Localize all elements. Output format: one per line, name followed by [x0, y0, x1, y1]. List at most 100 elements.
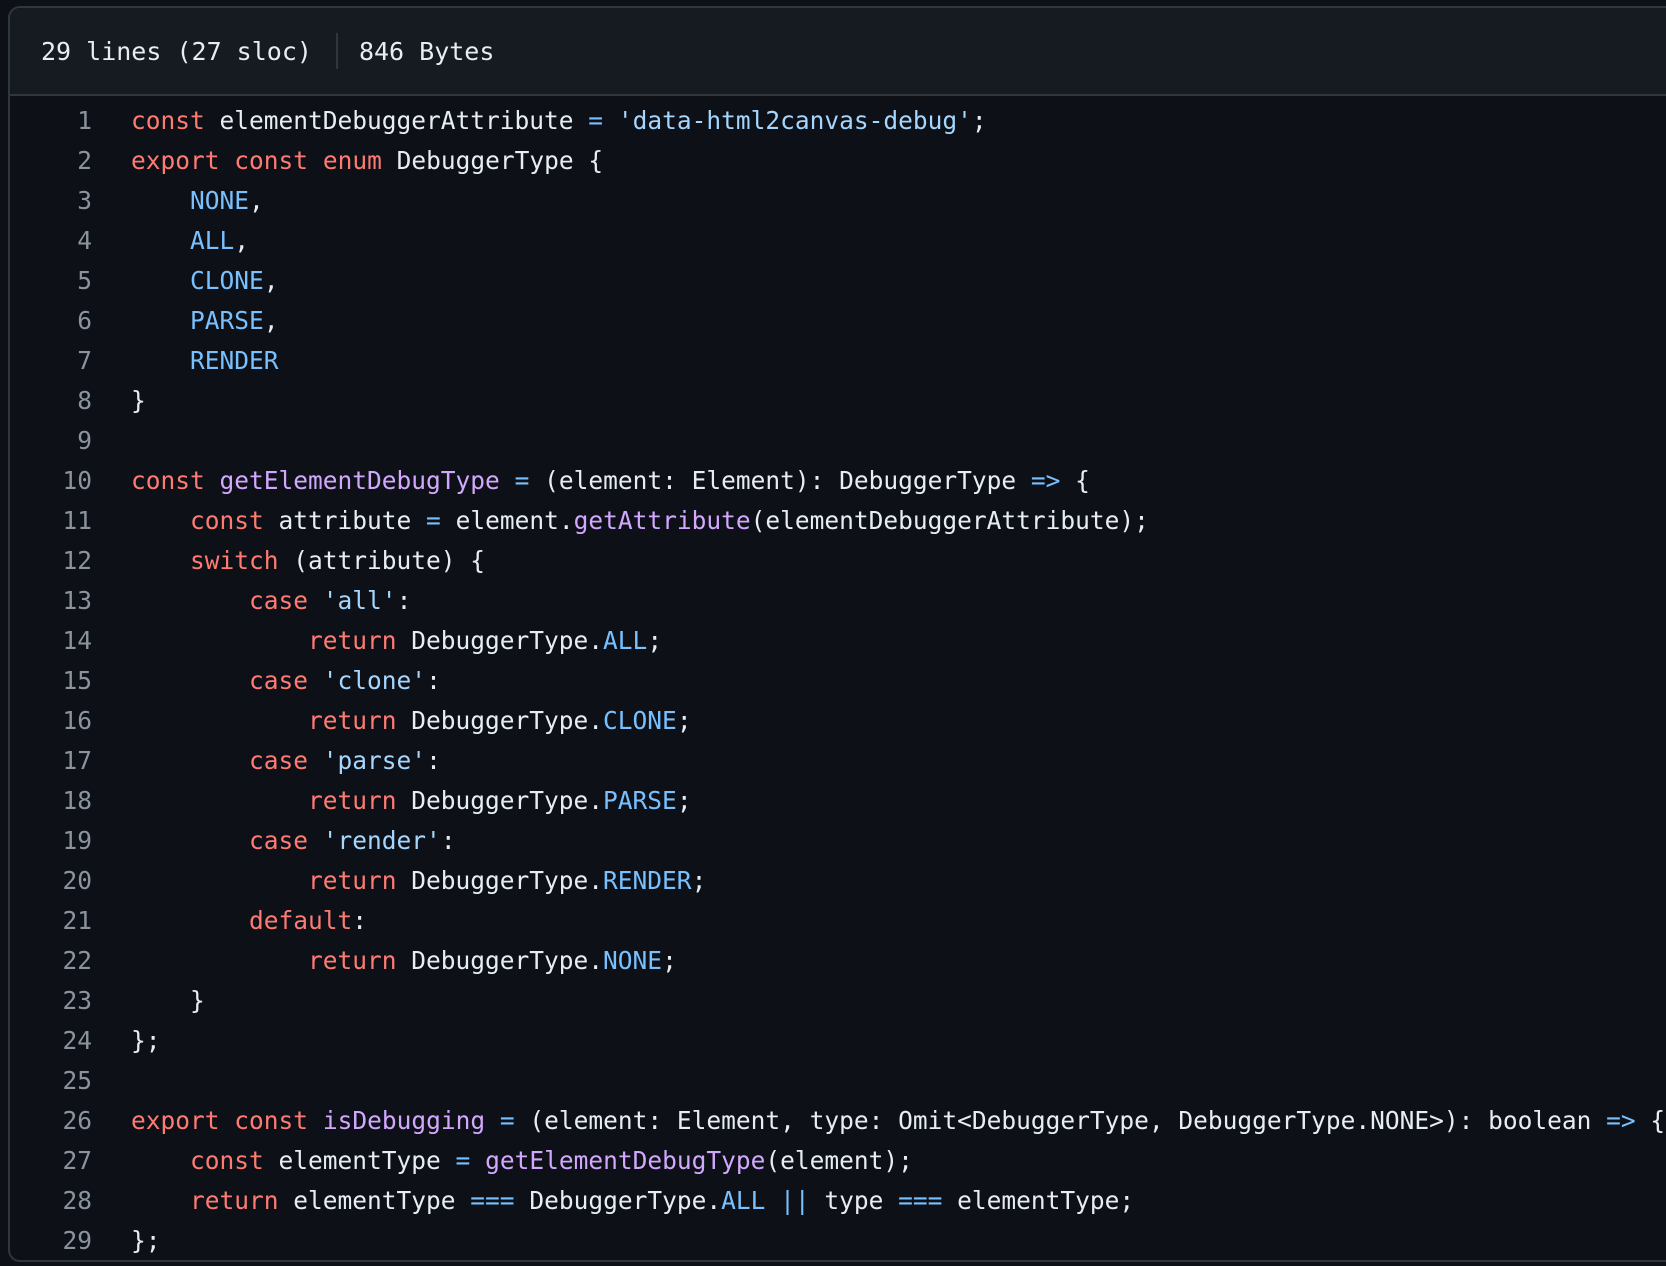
- code-viewer: 29 lines (27 sloc) 846 Bytes 1 const elem…: [8, 6, 1666, 1262]
- line-number[interactable]: 4: [10, 221, 92, 261]
- line-number[interactable]: 2: [10, 141, 92, 181]
- line-source: export const enum DebuggerType {: [92, 141, 1666, 181]
- line-number[interactable]: 29: [10, 1221, 92, 1260]
- line-source: return elementType === DebuggerType.ALL …: [92, 1181, 1666, 1221]
- code-token: :: [426, 746, 441, 775]
- code-token: ,: [249, 186, 264, 215]
- code-line: 23 }: [10, 981, 1666, 1021]
- line-number[interactable]: 5: [10, 261, 92, 301]
- code-token: ===: [898, 1186, 943, 1215]
- code-token: ,: [234, 226, 250, 255]
- code-token: ;: [971, 106, 987, 135]
- line-number[interactable]: 11: [10, 501, 92, 541]
- line-number[interactable]: 14: [10, 621, 92, 661]
- line-number[interactable]: 24: [10, 1021, 92, 1061]
- line-source: };: [92, 1221, 1666, 1260]
- code-token: DebuggerType.: [396, 706, 604, 735]
- line-number[interactable]: 6: [10, 301, 92, 341]
- code-line: 16 return DebuggerType.CLONE;: [10, 701, 1666, 741]
- line-number[interactable]: 20: [10, 861, 92, 901]
- code-token: elementType: [278, 1186, 471, 1215]
- code-token: {: [1060, 466, 1090, 495]
- code-token: default: [249, 906, 353, 935]
- line-source: PARSE,: [92, 301, 1666, 341]
- line-number[interactable]: 26: [10, 1101, 92, 1141]
- code-token: };: [131, 1026, 161, 1055]
- line-number[interactable]: 9: [10, 421, 92, 461]
- code-token: case: [249, 826, 309, 855]
- line-source: const elementDebuggerAttribute = 'data-h…: [92, 101, 1666, 141]
- code-token: isDebugging: [322, 1106, 486, 1135]
- line-number[interactable]: 7: [10, 341, 92, 381]
- line-source: const elementType = getElementDebugType(…: [92, 1141, 1666, 1181]
- code-token: const: [190, 1146, 264, 1175]
- code-token: const: [190, 506, 264, 535]
- code-line: 19 case 'render':: [10, 821, 1666, 861]
- code-token: DebuggerType.: [396, 786, 604, 815]
- code-line: 22 return DebuggerType.NONE;: [10, 941, 1666, 981]
- line-number[interactable]: 15: [10, 661, 92, 701]
- line-number[interactable]: 17: [10, 741, 92, 781]
- line-number[interactable]: 3: [10, 181, 92, 221]
- code-line: 26 export const isDebugging = (element: E…: [10, 1101, 1666, 1141]
- line-count: 29 lines (27 sloc): [41, 36, 312, 66]
- line-source: switch (attribute) {: [92, 541, 1666, 581]
- code-line: 7 RENDER: [10, 341, 1666, 381]
- line-number[interactable]: 19: [10, 821, 92, 861]
- code-line: 13 case 'all':: [10, 581, 1666, 621]
- code-line: 18 return DebuggerType.PARSE;: [10, 781, 1666, 821]
- line-number[interactable]: 22: [10, 941, 92, 981]
- code-token: NONE: [603, 946, 663, 975]
- line-number[interactable]: 8: [10, 381, 92, 421]
- line-source: const attribute = element.getAttribute(e…: [92, 501, 1666, 541]
- code-token: ;: [676, 786, 692, 815]
- code-token: DebuggerType.: [396, 946, 604, 975]
- code-token: :: [396, 586, 412, 615]
- line-number[interactable]: 28: [10, 1181, 92, 1221]
- code-token: (attribute) {: [278, 546, 486, 575]
- line-number[interactable]: 18: [10, 781, 92, 821]
- code-token: :: [352, 906, 368, 935]
- code-token: ;: [647, 626, 663, 655]
- line-number[interactable]: 13: [10, 581, 92, 621]
- code-line: 20 return DebuggerType.RENDER;: [10, 861, 1666, 901]
- code-token: getAttribute: [573, 506, 751, 535]
- line-number[interactable]: 27: [10, 1141, 92, 1181]
- line-number[interactable]: 12: [10, 541, 92, 581]
- line-number[interactable]: 25: [10, 1061, 92, 1101]
- code-token: {: [1635, 1106, 1666, 1135]
- code-line: 27 const elementType = getElementDebugTy…: [10, 1141, 1666, 1181]
- line-number[interactable]: 21: [10, 901, 92, 941]
- code-token: PARSE: [603, 786, 677, 815]
- code-token: export: [131, 1106, 220, 1135]
- code-line: 11 const attribute = element.getAttribut…: [10, 501, 1666, 541]
- code-token: };: [131, 1226, 161, 1255]
- code-token: return: [190, 1186, 279, 1215]
- line-number[interactable]: 10: [10, 461, 92, 501]
- code-token: ;: [662, 946, 677, 975]
- line-source: return DebuggerType.RENDER;: [92, 861, 1666, 901]
- line-number[interactable]: 23: [10, 981, 92, 1021]
- code-token: =: [588, 106, 604, 135]
- code-token: return: [308, 786, 397, 815]
- line-number[interactable]: 1: [10, 101, 92, 141]
- code-line: 9: [10, 421, 1666, 461]
- code-token: (element: Element): DebuggerType: [529, 466, 1031, 495]
- code-line: 17 case 'parse':: [10, 741, 1666, 781]
- code-token: getElementDebugType: [485, 1146, 766, 1175]
- code-token: export: [131, 146, 220, 175]
- line-number[interactable]: 16: [10, 701, 92, 741]
